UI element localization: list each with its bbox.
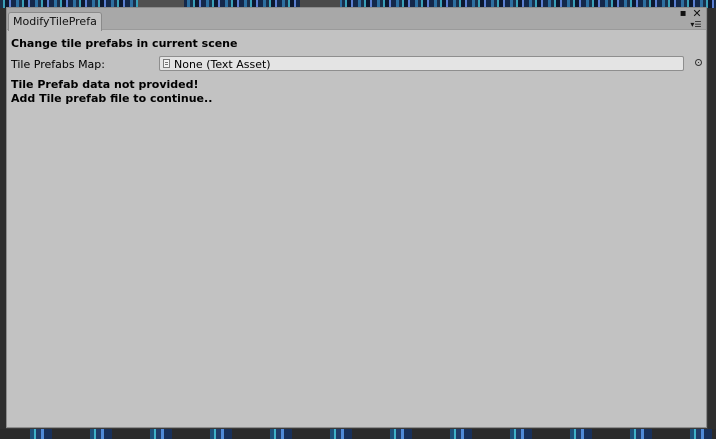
tile-prefabs-map-field[interactable]: None (Text Asset) [159,56,684,71]
maximize-icon[interactable]: ▪ [677,9,689,19]
instruction-message: Add Tile prefab file to continue.. [11,92,213,105]
window-tab[interactable]: ModifyTilePrefa [8,12,102,31]
tile-prefabs-map-label: Tile Prefabs Map: [11,58,105,71]
tile-prefabs-map-row: Tile Prefabs Map: None (Text Asset) [11,56,702,72]
close-icon[interactable]: ✕ [691,8,703,19]
window-tab-bar: ModifyTilePrefa ▪ ✕ ▾☰ [7,8,706,31]
editor-window: ModifyTilePrefa ▪ ✕ ▾☰ Change tile prefa… [6,7,707,428]
scene-background-bottom [0,429,716,439]
tile-prefabs-map-value: None (Text Asset) [174,58,271,71]
menu-icon[interactable]: ▾☰ [689,20,703,29]
object-picker-icon[interactable] [695,59,702,66]
text-asset-icon [163,59,170,68]
scene-background-right [708,8,716,429]
warning-message: Tile Prefab data not provided! [11,78,199,91]
section-heading: Change tile prefabs in current scene [11,37,238,50]
